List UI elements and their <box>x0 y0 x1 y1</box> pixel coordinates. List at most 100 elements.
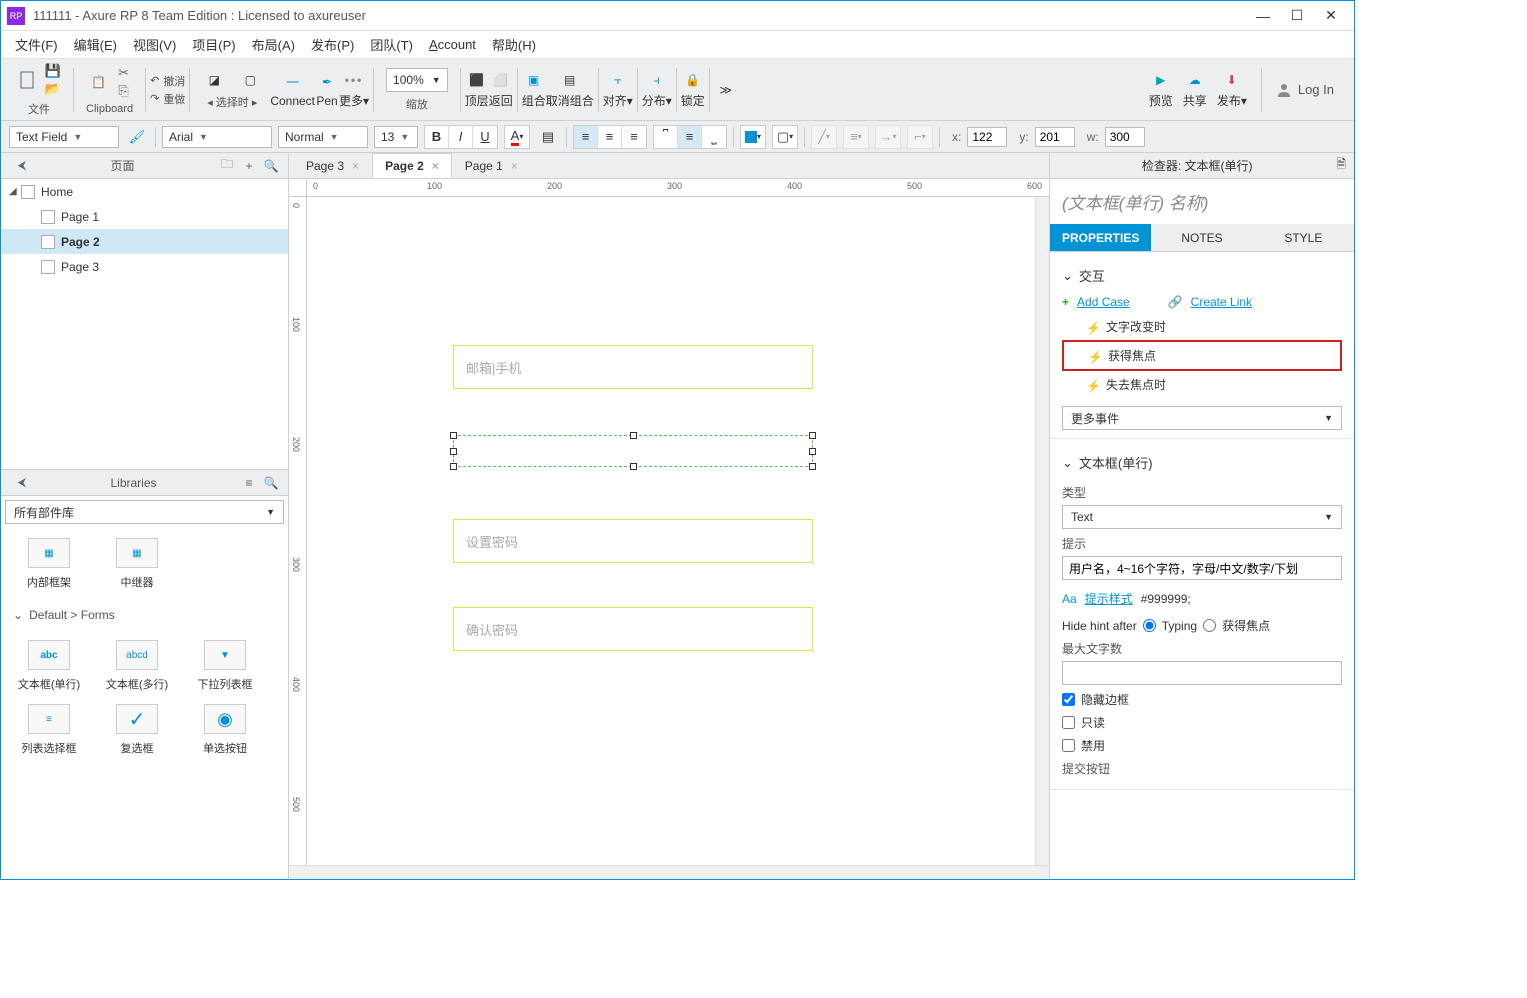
open-icon[interactable]: 📂 <box>45 81 61 97</box>
line-width-button[interactable]: ≡▾ <box>844 126 868 148</box>
share-button[interactable]: ☁共享 <box>1183 70 1207 109</box>
collapse-lib-icon[interactable]: ⮜ <box>13 474 31 492</box>
distribute-button[interactable]: ⫞分布▾ <box>642 70 672 109</box>
align-left-button[interactable]: ≡ <box>574 126 598 148</box>
size-combo[interactable]: 13▼ <box>374 126 418 148</box>
close-button[interactable]: ✕ <box>1324 9 1338 23</box>
lib-search-icon[interactable]: 🔍 <box>262 474 280 492</box>
redo-button[interactable]: ↷重做 <box>150 91 185 107</box>
more-tools[interactable]: •••更多▾ <box>339 70 369 109</box>
inspector-tab-style[interactable]: STYLE <box>1253 224 1354 251</box>
tree-item-page1[interactable]: Page 1 <box>1 204 288 229</box>
underline-button[interactable]: U <box>473 126 497 148</box>
menu-team[interactable]: 团队(T) <box>364 31 419 58</box>
text-color-button[interactable]: A▾ <box>505 126 529 148</box>
tab-page3[interactable]: Page 3× <box>293 153 372 178</box>
more-text-button[interactable]: ▤ <box>536 126 560 148</box>
arrow-button[interactable]: →▾ <box>876 126 900 148</box>
canvas-selected-widget[interactable] <box>453 435 813 467</box>
canvas-input-password[interactable]: 设置密码 <box>453 519 813 563</box>
send-back[interactable]: ⬜返回 <box>489 70 513 109</box>
login-button[interactable]: Log In <box>1276 82 1346 98</box>
lib-item-dropdown[interactable]: ▼下拉列表框 <box>181 634 269 698</box>
preview-button[interactable]: ▶预览 <box>1149 70 1173 109</box>
more-events-combo[interactable]: 更多事件▼ <box>1062 406 1342 430</box>
select-shape-tool[interactable]: ▢ <box>238 70 262 90</box>
valign-bot-button[interactable]: ⎵ <box>702 126 726 148</box>
close-icon[interactable]: × <box>511 159 518 173</box>
close-icon[interactable]: × <box>432 159 439 173</box>
lib-item-radio[interactable]: ◉单选按钮 <box>181 698 269 762</box>
page-icon[interactable]: 🗎 <box>1336 155 1346 176</box>
menu-help[interactable]: 帮助(H) <box>486 31 542 58</box>
x-input[interactable] <box>967 127 1007 147</box>
hide-hint-focus-radio[interactable] <box>1203 619 1216 632</box>
hint-style-link[interactable]: 提示样式 <box>1085 590 1133 607</box>
maximize-button[interactable]: ☐ <box>1290 9 1304 23</box>
maxlen-input[interactable] <box>1062 661 1342 685</box>
menu-edit[interactable]: 编辑(E) <box>68 31 123 58</box>
menu-file[interactable]: 文件(F) <box>9 31 64 58</box>
tab-page1[interactable]: Page 1× <box>452 153 531 178</box>
inspector-tab-properties[interactable]: PROPERTIES <box>1050 224 1151 251</box>
menu-publish[interactable]: 发布(P) <box>305 31 360 58</box>
hide-border-checkbox[interactable] <box>1062 693 1075 706</box>
menu-view[interactable]: 视图(V) <box>127 31 182 58</box>
tree-item-page3[interactable]: Page 3 <box>1 254 288 279</box>
valign-mid-button[interactable]: ≡ <box>678 126 702 148</box>
add-case-link[interactable]: Add Case <box>1077 295 1130 309</box>
ungroup-button[interactable]: ▤取消组合 <box>546 70 594 109</box>
copy-icon[interactable]: ⎘ <box>116 83 132 99</box>
widget-type-combo[interactable]: Text Field▼ <box>9 126 119 148</box>
menu-account[interactable]: Account <box>423 33 482 56</box>
tree-item-home[interactable]: ◢Home <box>1 179 288 204</box>
lib-item-textarea[interactable]: abcd文本框(多行) <box>93 634 181 698</box>
select-tool[interactable]: ◪ <box>202 70 226 90</box>
save-icon[interactable]: 💾 <box>45 63 61 79</box>
pen-tool[interactable]: ✒Pen <box>315 72 339 108</box>
section-textfield[interactable]: ⌄文本框(单行) <box>1062 447 1342 478</box>
align-center-button[interactable]: ≡ <box>598 126 622 148</box>
close-icon[interactable]: × <box>352 159 359 173</box>
format-painter-icon[interactable]: 🖌 <box>125 126 149 148</box>
inspector-tab-notes[interactable]: NOTES <box>1151 224 1252 251</box>
connect-tool[interactable]: ⎯⎯Connect <box>270 72 315 108</box>
event-got-focus[interactable]: ⚡获得焦点 <box>1062 340 1342 371</box>
paste-icon[interactable]: 📋 <box>88 71 110 93</box>
canvas-scrollbar-h[interactable] <box>289 865 1049 879</box>
valign-top-button[interactable]: ⎴ <box>654 126 678 148</box>
lib-item-listbox[interactable]: ≡列表选择框 <box>5 698 93 762</box>
collapse-icon[interactable]: ⮜ <box>13 157 31 175</box>
readonly-checkbox[interactable] <box>1062 716 1075 729</box>
lock-button[interactable]: 🔒锁定 <box>681 70 705 109</box>
lib-item-repeater[interactable]: ▦中继器 <box>93 532 181 596</box>
lib-item-checkbox[interactable]: ✓复选框 <box>93 698 181 762</box>
undo-button[interactable]: ↶撤消 <box>150 73 185 89</box>
hint-input[interactable] <box>1062 556 1342 580</box>
widget-name-field[interactable]: (文本框(单行) 名称) <box>1050 179 1354 224</box>
add-page-icon[interactable]: + <box>240 157 258 175</box>
event-text-change[interactable]: ⚡文字改变时 <box>1062 313 1342 340</box>
add-folder-icon[interactable]: 🗀 <box>218 157 236 175</box>
lib-section-forms[interactable]: ⌄Default > Forms <box>1 600 288 630</box>
tab-page2[interactable]: Page 2× <box>372 153 452 178</box>
create-link-link[interactable]: Create Link <box>1191 295 1252 309</box>
disabled-checkbox[interactable] <box>1062 739 1075 752</box>
line-style-button[interactable]: ╱▾ <box>812 126 836 148</box>
bold-button[interactable]: B <box>425 126 449 148</box>
canvas-scrollbar-v[interactable] <box>1035 197 1049 865</box>
zoom-combo[interactable]: 100%▼ <box>386 68 448 92</box>
menu-project[interactable]: 项目(P) <box>186 31 241 58</box>
tree-item-page2[interactable]: Page 2 <box>1 229 288 254</box>
canvas-input-confirm[interactable]: 确认密码 <box>453 607 813 651</box>
align-right-button[interactable]: ≡ <box>622 126 646 148</box>
lib-menu-icon[interactable]: ≡ <box>240 474 258 492</box>
menu-layout[interactable]: 布局(A) <box>246 31 301 58</box>
lib-item-iframe[interactable]: ▦内部框架 <box>5 532 93 596</box>
section-interactions[interactable]: ⌄交互 <box>1062 260 1342 291</box>
overflow-button[interactable]: ≫ <box>714 80 738 100</box>
font-combo[interactable]: Arial▼ <box>162 126 272 148</box>
y-input[interactable] <box>1035 127 1075 147</box>
library-combo[interactable]: 所有部件库▼ <box>5 500 284 524</box>
design-canvas[interactable]: 邮箱|手机 设置密码 确认密码 <box>307 197 1035 865</box>
